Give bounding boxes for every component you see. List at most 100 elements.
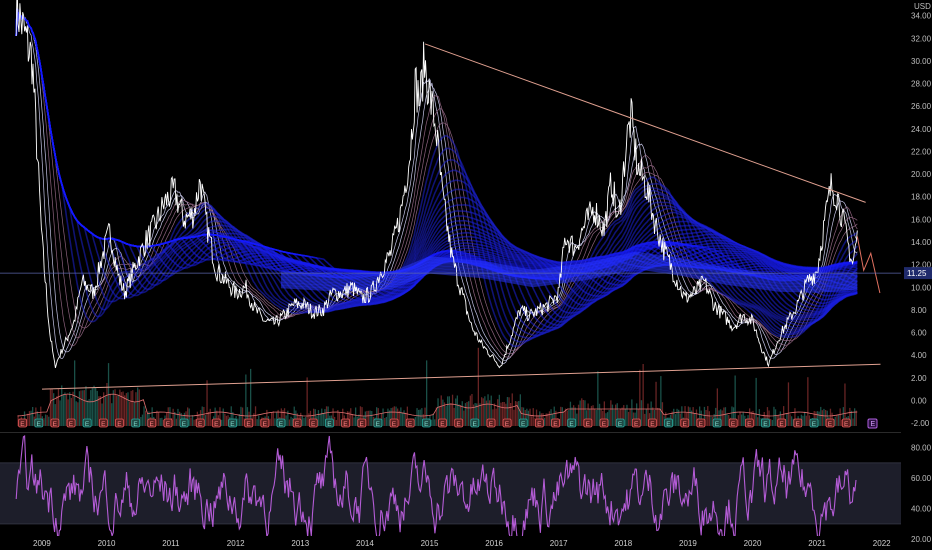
earnings-marker[interactable]: E <box>438 418 447 428</box>
chart-canvas[interactable]: EEEEEEEEEEEEEEEEEEEEEEEEEEEEEEEEEEEEEEEE… <box>0 0 932 550</box>
earnings-marker-label: E <box>828 421 833 428</box>
earnings-marker[interactable]: E <box>373 418 383 428</box>
volume-bar <box>382 408 384 426</box>
price-tick-label: 20.00 <box>911 170 932 179</box>
earnings-marker[interactable]: E <box>696 418 706 428</box>
volume-bar <box>91 388 93 426</box>
earnings-marker[interactable]: E <box>551 418 560 428</box>
volume-bar <box>645 408 647 426</box>
volume-bar <box>807 377 809 426</box>
volume-bar <box>854 408 856 426</box>
earnings-marker[interactable]: E <box>260 418 270 428</box>
earnings-marker[interactable]: E <box>228 418 238 428</box>
earnings-marker-label: E <box>408 421 413 428</box>
earnings-marker[interactable]: E <box>34 418 44 428</box>
volume-bar <box>802 415 804 426</box>
earnings-marker[interactable]: E <box>50 418 60 428</box>
earnings-marker[interactable]: E <box>680 418 690 428</box>
earnings-marker[interactable]: E <box>211 418 221 428</box>
earnings-marker-label: E <box>537 421 542 428</box>
earnings-marker[interactable]: E <box>728 418 738 428</box>
earnings-marker[interactable]: E <box>276 418 286 428</box>
earnings-marker[interactable]: E <box>179 418 189 428</box>
earnings-marker[interactable]: E <box>163 418 173 428</box>
time-tick-label: 2021 <box>808 539 826 548</box>
earnings-marker[interactable]: E <box>99 418 108 428</box>
volume-bar <box>676 408 678 426</box>
volume-bar <box>758 409 760 426</box>
earnings-marker-label: E <box>569 421 574 428</box>
earnings-marker-label: E <box>279 421 284 428</box>
earnings-marker[interactable]: E <box>405 418 415 428</box>
price-tick-label: 6.00 <box>911 329 927 338</box>
earnings-marker[interactable]: E <box>325 418 334 428</box>
volume-bar <box>708 411 710 426</box>
earnings-marker[interactable]: E <box>421 418 431 428</box>
volume-bar <box>272 411 274 426</box>
earnings-marker[interactable]: E <box>82 418 92 428</box>
earnings-marker[interactable]: E <box>195 418 205 428</box>
earnings-marker[interactable]: E <box>615 418 625 428</box>
volume-bar <box>322 413 324 426</box>
volume-bar <box>419 409 421 426</box>
volume-bar <box>479 403 481 426</box>
earnings-marker[interactable]: E <box>131 418 141 428</box>
earnings-marker[interactable]: E <box>793 418 803 428</box>
indicator-tick-label: 60.00 <box>911 474 932 483</box>
earnings-marker[interactable]: E <box>470 418 480 428</box>
price-tick-label: 4.00 <box>911 351 927 360</box>
earnings-marker[interactable]: E <box>147 418 157 428</box>
volume-bar <box>579 400 581 426</box>
earnings-marker[interactable]: E <box>357 418 367 428</box>
earnings-marker[interactable]: E <box>599 418 609 428</box>
volume-bar <box>674 414 677 426</box>
earnings-marker[interactable]: E <box>761 418 770 428</box>
earnings-marker[interactable]: E <box>18 418 28 428</box>
volume-bar <box>839 408 841 426</box>
volume-bar <box>127 392 129 426</box>
earnings-marker[interactable]: E <box>841 418 851 428</box>
volume-bar <box>739 411 741 426</box>
earnings-marker[interactable]: E <box>454 418 464 428</box>
volume-bar <box>109 394 111 426</box>
volume-bar <box>610 400 612 426</box>
volume-bar <box>547 413 549 426</box>
volume-bar <box>112 390 114 426</box>
earnings-marker[interactable]: E <box>825 418 835 428</box>
volume-bar <box>642 364 644 426</box>
earnings-marker-label: E <box>844 421 849 428</box>
earnings-marker[interactable]: E <box>244 418 254 428</box>
volume-bar <box>258 415 260 426</box>
earnings-marker-label: E <box>602 421 607 428</box>
earnings-marker[interactable]: E <box>292 418 302 428</box>
earnings-marker[interactable]: E <box>777 418 787 428</box>
earnings-marker[interactable]: E <box>648 418 657 428</box>
earnings-marker-label: E <box>85 421 90 428</box>
earnings-marker[interactable]: E <box>66 418 76 428</box>
earnings-marker[interactable]: E <box>745 418 754 428</box>
volume-bar <box>548 411 551 426</box>
time-tick-label: 2015 <box>421 539 439 548</box>
price-tick-label: 10.00 <box>911 283 932 292</box>
volume-bar <box>385 417 387 426</box>
earnings-marker[interactable]: E <box>664 418 673 428</box>
earnings-marker[interactable]: E <box>631 418 641 428</box>
earnings-marker[interactable]: E <box>115 418 124 428</box>
earnings-marker[interactable]: E <box>583 418 593 428</box>
earnings-marker[interactable]: E <box>809 418 819 428</box>
earnings-marker[interactable]: E <box>308 418 318 428</box>
earnings-marker[interactable]: E <box>567 418 577 428</box>
earnings-marker[interactable]: E <box>486 418 496 428</box>
earnings-marker[interactable]: E <box>389 418 399 428</box>
volume-bar <box>317 410 320 426</box>
volume-bar <box>335 420 337 426</box>
volume-bar <box>595 410 597 426</box>
earnings-marker-upcoming[interactable]: E <box>867 418 878 429</box>
earnings-marker[interactable]: E <box>341 418 351 428</box>
volume-bar <box>78 391 81 426</box>
earnings-marker[interactable]: E <box>712 418 722 428</box>
earnings-marker[interactable]: E <box>535 418 544 428</box>
earnings-marker[interactable]: E <box>518 418 528 428</box>
earnings-marker[interactable]: E <box>502 418 512 428</box>
volume-bar <box>723 407 725 426</box>
